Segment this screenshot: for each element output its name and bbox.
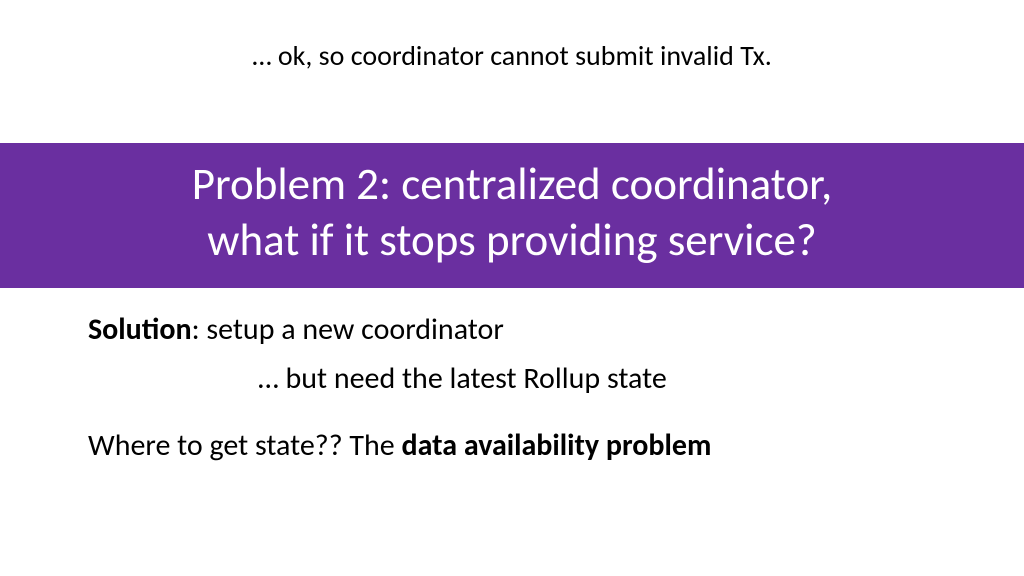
banner-line-2: what if it stops providing service?	[20, 213, 1004, 269]
banner-line-1: Problem 2: centralized coordinator,	[20, 157, 1004, 213]
solution-line: Solution: setup a new coordinator	[88, 310, 964, 349]
solution-text: : setup a new coordinator	[192, 311, 504, 348]
solution-label: Solution	[88, 311, 192, 348]
indent-line: … but need the latest Rollup state	[88, 359, 964, 398]
where-prefix: Where to get state?? The	[88, 427, 401, 464]
where-bold: data availability problem	[401, 427, 711, 464]
indent-text: … but need the latest Rollup state	[258, 360, 667, 397]
where-line: Where to get state?? The data availabili…	[88, 426, 964, 465]
intro-text-content: … ok, so coordinator cannot submit inval…	[252, 38, 772, 73]
intro-text: … ok, so coordinator cannot submit inval…	[0, 38, 1024, 73]
body-content: Solution: setup a new coordinator … but …	[88, 310, 964, 465]
problem-banner: Problem 2: centralized coordinator, what…	[0, 143, 1024, 288]
